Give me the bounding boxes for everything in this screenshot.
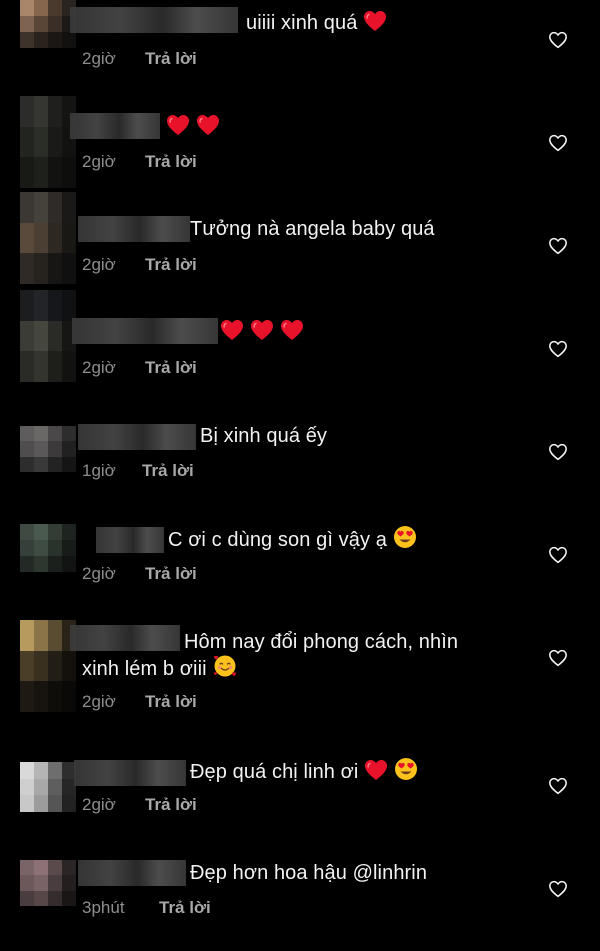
comment-text: Đẹp hơn hoa hậu @linhrin bbox=[190, 862, 428, 884]
heart-outline-icon[interactable] bbox=[548, 546, 568, 564]
heart-eyes-emoji bbox=[394, 757, 418, 781]
username-blurred[interactable] bbox=[70, 113, 160, 139]
comment-time: 2giờ bbox=[82, 564, 116, 583]
reply-button[interactable]: Trả lời bbox=[145, 692, 197, 712]
comment-time: 2giờ bbox=[82, 795, 116, 814]
reply-button[interactable]: Trả lời bbox=[145, 358, 197, 378]
reply-button[interactable]: Trả lời bbox=[145, 49, 197, 69]
red-heart-emoji bbox=[196, 114, 220, 136]
heart-outline-icon[interactable] bbox=[548, 31, 568, 49]
username-blurred[interactable] bbox=[74, 760, 186, 786]
comment-time: 2giờ bbox=[82, 692, 116, 711]
reply-button[interactable]: Trả lời bbox=[145, 152, 197, 172]
red-heart-emoji bbox=[364, 759, 388, 781]
username-blurred[interactable] bbox=[96, 527, 164, 553]
reply-button[interactable]: Trả lời bbox=[145, 255, 197, 275]
comment-time: 2giờ bbox=[82, 152, 116, 171]
heart-outline-icon[interactable] bbox=[548, 777, 568, 795]
avatar[interactable] bbox=[20, 192, 76, 284]
heart-outline-icon[interactable] bbox=[548, 443, 568, 461]
username-blurred[interactable] bbox=[78, 860, 186, 886]
avatar[interactable] bbox=[20, 860, 76, 906]
comment-text bbox=[214, 318, 304, 346]
red-heart-emoji bbox=[250, 319, 274, 341]
username-blurred[interactable] bbox=[78, 424, 196, 450]
comment-time: 1giờ bbox=[82, 461, 116, 480]
comment-text-line2: xinh lém b ơiii bbox=[82, 654, 237, 683]
red-heart-emoji bbox=[220, 319, 244, 341]
comment-time: 2giờ bbox=[82, 358, 116, 377]
comment-time: 3phút bbox=[82, 898, 125, 917]
avatar[interactable] bbox=[20, 620, 76, 712]
comment-time: 2giờ bbox=[82, 49, 116, 68]
avatar[interactable] bbox=[20, 524, 76, 572]
comment-text: uiiii xinh quá bbox=[246, 9, 387, 37]
red-heart-emoji bbox=[363, 10, 387, 32]
reply-button[interactable]: Trả lời bbox=[145, 795, 197, 815]
heart-outline-icon[interactable] bbox=[548, 237, 568, 255]
comment-time: 2giờ bbox=[82, 255, 116, 274]
red-heart-emoji bbox=[280, 319, 304, 341]
reply-button[interactable]: Trả lời bbox=[142, 461, 194, 481]
comment-text: C ơi c dùng son gì vậy ạ bbox=[168, 525, 417, 554]
avatar[interactable] bbox=[20, 0, 76, 48]
heart-outline-icon[interactable] bbox=[548, 134, 568, 152]
username-blurred[interactable] bbox=[72, 318, 218, 344]
heart-outline-icon[interactable] bbox=[548, 340, 568, 358]
reply-button[interactable]: Trả lời bbox=[159, 898, 211, 918]
reply-button[interactable]: Trả lời bbox=[145, 564, 197, 584]
username-blurred[interactable] bbox=[78, 216, 190, 242]
heart-outline-icon[interactable] bbox=[548, 880, 568, 898]
heart-outline-icon[interactable] bbox=[548, 649, 568, 667]
avatar[interactable] bbox=[20, 426, 76, 472]
comment-text: Tưởng nà angela baby quá bbox=[190, 218, 435, 240]
avatar[interactable] bbox=[20, 762, 76, 812]
heart-eyes-emoji bbox=[393, 525, 417, 549]
red-heart-emoji bbox=[166, 114, 190, 136]
avatar[interactable] bbox=[20, 290, 76, 382]
username-blurred[interactable] bbox=[70, 7, 238, 33]
comment-text-line1: Hôm nay đổi phong cách, nhìn bbox=[184, 631, 459, 653]
username-blurred[interactable] bbox=[70, 625, 180, 651]
comment-text bbox=[160, 113, 220, 141]
avatar[interactable] bbox=[20, 96, 76, 188]
comment-text: Bị xinh quá ếy bbox=[200, 425, 328, 447]
smiling-face-with-hearts-emoji bbox=[213, 654, 237, 678]
comment-text: Đẹp quá chị linh ơi bbox=[190, 757, 418, 786]
